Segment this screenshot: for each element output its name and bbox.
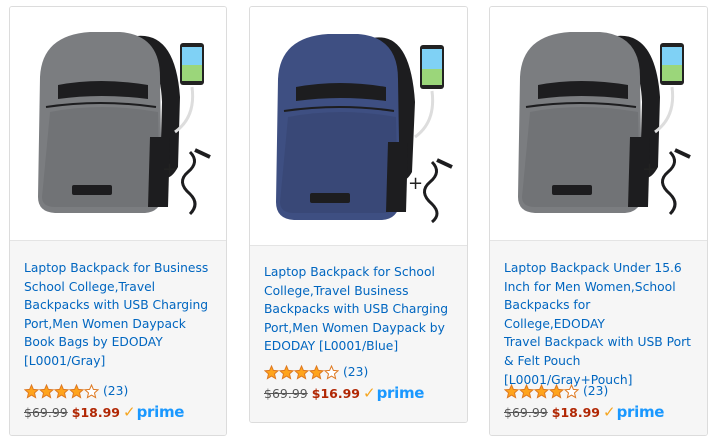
product-info: Laptop Backpack for School College,Trave…	[250, 245, 467, 422]
star-filled-icon	[39, 383, 54, 399]
product-title-link[interactable]: Laptop Backpack Under 15.6 Inch for Men …	[504, 259, 695, 389]
prime-check-icon: ✓	[363, 384, 376, 402]
price-row: $69.99 $16.99 ✓ prime	[264, 384, 424, 402]
star-rating	[24, 383, 99, 399]
product-image[interactable]: +	[490, 7, 707, 240]
backpack-image: +	[518, 32, 691, 216]
title-line: & Felt Pouch	[504, 353, 581, 368]
review-count-link[interactable]: (23)	[103, 384, 128, 398]
star-filled-icon	[69, 383, 84, 399]
svg-text:+: +	[642, 159, 657, 180]
title-line: School College,Travel	[24, 279, 156, 294]
rating[interactable]: (23)	[504, 383, 608, 399]
prime-badge: ✓ prime	[363, 384, 424, 402]
list-price: $69.99	[264, 386, 308, 401]
sale-price: $16.99	[311, 386, 360, 401]
star-empty-icon	[324, 364, 339, 380]
title-line: Backpacks with USB Charging	[264, 302, 449, 317]
review-count-link[interactable]: (23)	[343, 365, 368, 379]
prime-badge: ✓ prime	[603, 403, 664, 421]
star-filled-icon	[534, 383, 549, 399]
rating[interactable]: (23)	[24, 383, 128, 399]
rating[interactable]: (23)	[264, 364, 368, 380]
star-filled-icon	[309, 364, 324, 380]
title-line: Laptop Backpack for Business	[24, 261, 209, 275]
review-count-link[interactable]: (23)	[583, 384, 608, 398]
star-filled-icon	[54, 383, 69, 399]
prime-label: prime	[376, 384, 425, 402]
star-filled-icon	[504, 383, 519, 399]
title-line: Travel Backpack with USB Port	[504, 335, 691, 350]
star-rating	[504, 383, 579, 399]
product-info: Laptop Backpack for Business School Coll…	[10, 240, 226, 435]
price-row: $69.99 $18.99 ✓ prime	[504, 403, 664, 421]
svg-text:+: +	[408, 173, 423, 194]
star-empty-icon	[564, 383, 579, 399]
list-price: $69.99	[24, 405, 68, 420]
star-filled-icon	[24, 383, 39, 399]
title-line: College,Travel Business	[264, 283, 409, 298]
product-title-link[interactable]: Laptop Backpack for Business School Coll…	[24, 259, 214, 371]
product-card[interactable]: + Laptop Backpack Under 15.6 Inch for Me…	[489, 6, 708, 436]
title-line: Port,Men Women Daypack by	[264, 320, 445, 335]
product-image[interactable]: +	[10, 7, 226, 240]
star-rating	[264, 364, 339, 380]
title-line: EDODAY [L0001/Blue]	[264, 339, 399, 354]
product-info: Laptop Backpack Under 15.6 Inch for Men …	[490, 240, 707, 435]
title-line: Backpacks with USB Charging	[24, 298, 209, 313]
backpack-image: +	[38, 32, 211, 216]
title-line: [L0001/Gray]	[24, 353, 106, 368]
title-line: Port,Men Women Daypack	[24, 316, 186, 331]
prime-label: prime	[616, 403, 665, 421]
title-line: Backpacks for College,EDODAY	[504, 298, 605, 331]
title-line: Inch for Men Women,School	[504, 279, 676, 294]
product-card[interactable]: + Laptop Backpack for School College,Tra…	[249, 6, 468, 423]
product-title-link[interactable]: Laptop Backpack for School College,Trave…	[264, 263, 455, 356]
title-line: Laptop Backpack Under 15.6	[504, 261, 682, 275]
prime-check-icon: ✓	[123, 403, 136, 421]
star-filled-icon	[279, 364, 294, 380]
sale-price: $18.99	[551, 405, 600, 420]
svg-text:+: +	[162, 159, 177, 180]
star-filled-icon	[549, 383, 564, 399]
prime-label: prime	[136, 403, 185, 421]
product-image[interactable]: +	[250, 7, 467, 245]
star-filled-icon	[519, 383, 534, 399]
star-empty-icon	[84, 383, 99, 399]
list-price: $69.99	[504, 405, 548, 420]
star-filled-icon	[264, 364, 279, 380]
product-card[interactable]: + Laptop Backpack for Business School Co…	[9, 6, 227, 436]
title-line: Laptop Backpack for School	[264, 265, 435, 279]
title-line: Book Bags by EDODAY	[24, 335, 163, 350]
star-filled-icon	[294, 364, 309, 380]
price-row: $69.99 $18.99 ✓ prime	[24, 403, 184, 421]
prime-badge: ✓ prime	[123, 403, 184, 421]
prime-check-icon: ✓	[603, 403, 616, 421]
sale-price: $18.99	[71, 405, 120, 420]
backpack-image: +	[276, 34, 453, 224]
